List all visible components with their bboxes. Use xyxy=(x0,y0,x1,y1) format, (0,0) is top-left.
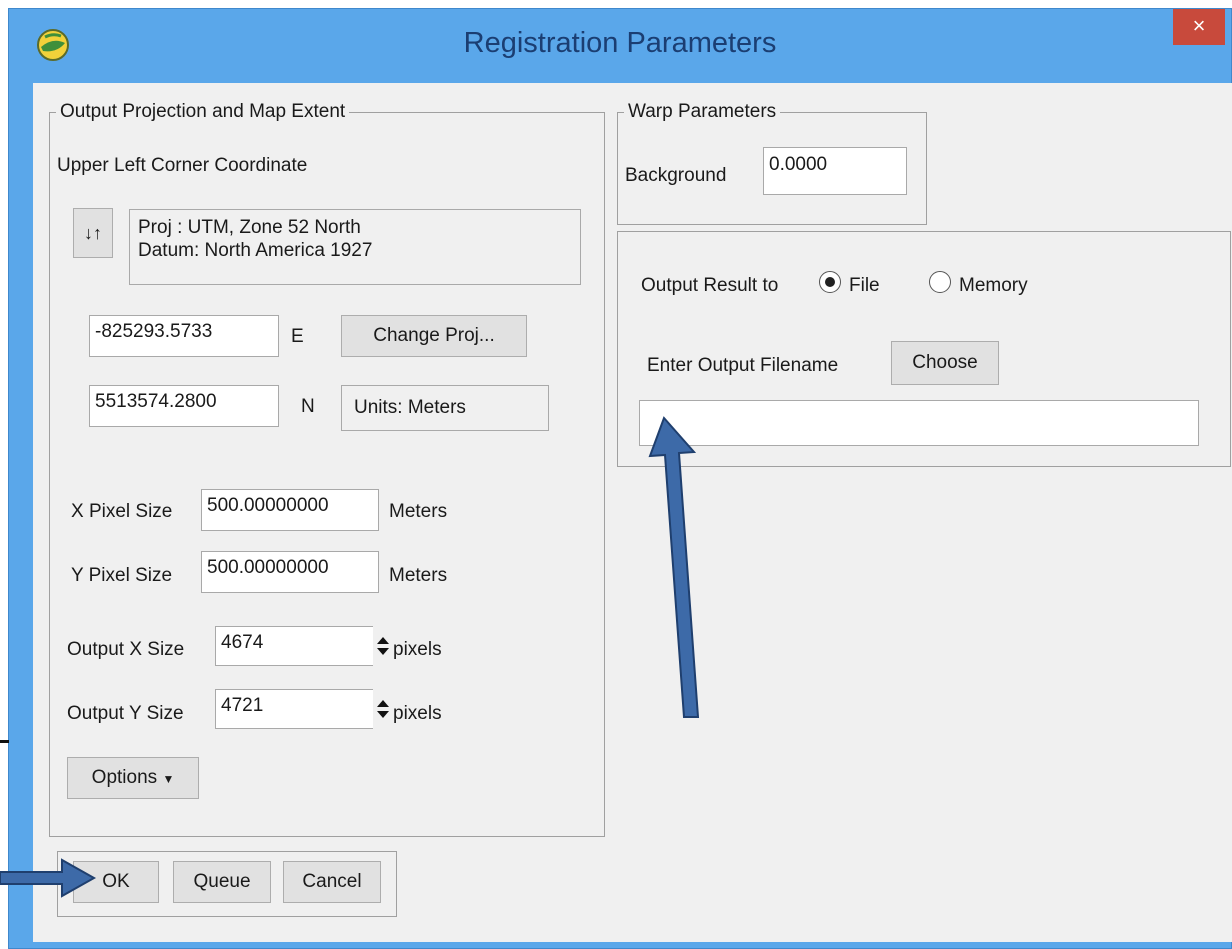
dialog-body: Output Projection and Map Extent Upper L… xyxy=(33,83,1232,942)
units-label: Units: Meters xyxy=(341,385,549,431)
easting-unit: E xyxy=(291,326,304,347)
easting-input[interactable]: -825293.5733 xyxy=(89,315,279,357)
corner-coordinate-label: Upper Left Corner Coordinate xyxy=(57,155,308,176)
dialog-window: Registration Parameters × Output Project… xyxy=(8,8,1232,949)
output-filename-input[interactable] xyxy=(639,400,1199,446)
northing-input[interactable]: 5513574.2800 xyxy=(89,385,279,427)
swap-coordinates-button[interactable]: ↓↑ xyxy=(73,208,113,258)
output-y-size-input[interactable]: 4721 xyxy=(215,689,373,729)
file-radio-label: File xyxy=(849,275,880,296)
y-pixel-size-unit: Meters xyxy=(389,565,448,586)
x-pixel-size-label: X Pixel Size xyxy=(71,501,173,522)
memory-radio[interactable] xyxy=(929,271,951,293)
projection-line: Proj : UTM, Zone 52 North xyxy=(138,217,361,238)
choose-file-button[interactable]: Choose xyxy=(891,341,999,385)
options-button[interactable]: Options ▼ xyxy=(67,757,199,799)
options-label: Options xyxy=(91,767,158,788)
close-button[interactable]: × xyxy=(1173,9,1225,45)
output-result-label: Output Result to xyxy=(641,275,779,296)
y-pixel-size-label: Y Pixel Size xyxy=(71,565,173,586)
change-projection-button[interactable]: Change Proj... xyxy=(341,315,527,357)
projection-group-legend: Output Projection and Map Extent xyxy=(60,101,346,122)
output-filename-label: Enter Output Filename xyxy=(647,355,839,376)
output-y-size-unit: pixels xyxy=(393,703,442,724)
ok-button[interactable]: OK xyxy=(73,861,159,903)
output-y-size-label: Output Y Size xyxy=(67,703,184,724)
northing-unit: N xyxy=(301,396,315,417)
background-input[interactable]: 0.0000 xyxy=(763,147,907,195)
swap-arrows-icon: ↓↑ xyxy=(84,223,102,243)
output-x-size-unit: pixels xyxy=(393,639,442,660)
x-pixel-size-input[interactable]: 500.00000000 xyxy=(201,489,379,531)
memory-radio-label: Memory xyxy=(959,275,1028,296)
projection-info-box: Proj : UTM, Zone 52 North Datum: North A… xyxy=(129,209,581,285)
title-bar[interactable]: Registration Parameters × xyxy=(9,9,1231,83)
background-label: Background xyxy=(625,165,727,186)
output-x-size-input[interactable]: 4674 xyxy=(215,626,373,666)
caret-down-icon: ▼ xyxy=(162,772,175,786)
output-x-size-label: Output X Size xyxy=(67,639,185,660)
file-radio[interactable] xyxy=(819,271,841,293)
x-size-spinner-icon[interactable] xyxy=(375,634,391,658)
queue-button[interactable]: Queue xyxy=(173,861,271,903)
window-title: Registration Parameters xyxy=(463,27,777,59)
x-pixel-size-unit: Meters xyxy=(389,501,448,522)
datum-line: Datum: North America 1927 xyxy=(138,240,373,261)
y-pixel-size-input[interactable]: 500.00000000 xyxy=(201,551,379,593)
cancel-button[interactable]: Cancel xyxy=(283,861,381,903)
y-size-spinner-icon[interactable] xyxy=(375,697,391,721)
warp-parameters-legend: Warp Parameters xyxy=(628,101,777,122)
